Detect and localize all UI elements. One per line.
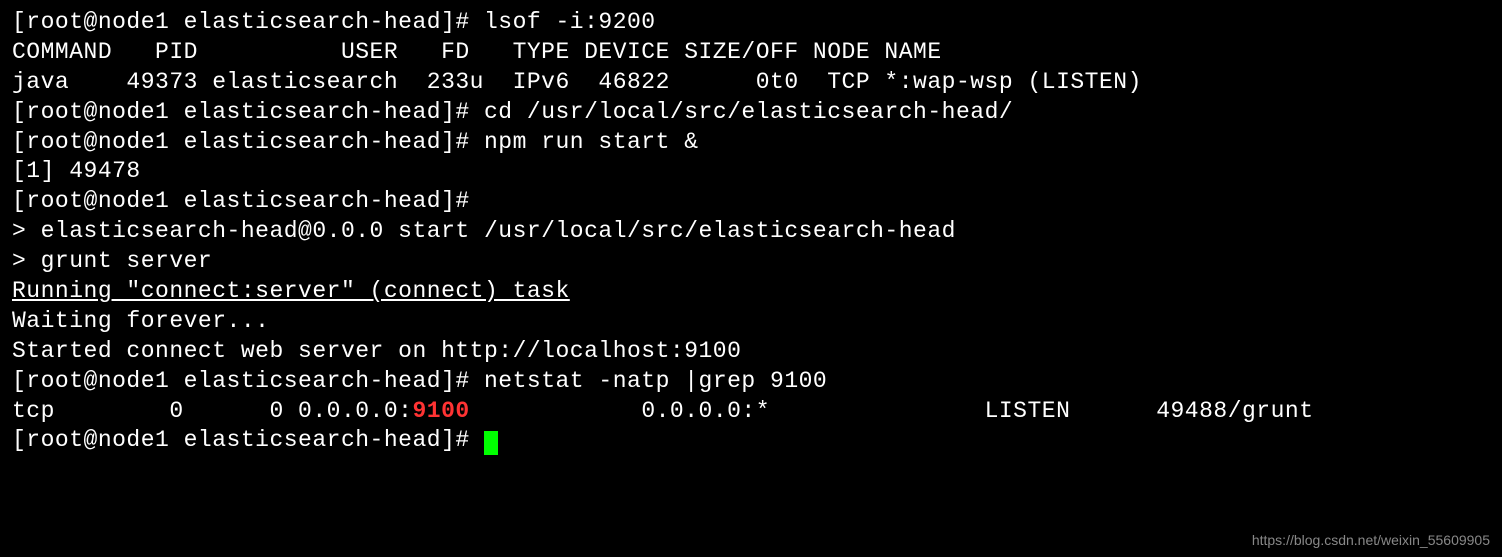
watermark-text: https://blog.csdn.net/weixin_55609905 xyxy=(1252,531,1490,549)
lsof-row: java 49373 elasticsearch 233u IPv6 46822… xyxy=(12,68,1490,98)
grunt-output: Waiting forever... xyxy=(12,307,1490,337)
terminal-line[interactable]: [root@node1 elasticsearch-head]# xyxy=(12,426,1490,456)
shell-prompt: [root@node1 elasticsearch-head]# xyxy=(12,129,484,155)
shell-prompt: [root@node1 elasticsearch-head]# xyxy=(12,427,484,453)
terminal-line: [root@node1 elasticsearch-head]# npm run… xyxy=(12,128,1490,158)
shell-prompt: [root@node1 elasticsearch-head]# xyxy=(12,9,484,35)
shell-command: lsof -i:9200 xyxy=(484,9,656,35)
terminal-line: [root@node1 elasticsearch-head]# lsof -i… xyxy=(12,8,1490,38)
lsof-header: COMMAND PID USER FD TYPE DEVICE SIZE/OFF… xyxy=(12,38,1490,68)
shell-command: cd /usr/local/src/elasticsearch-head/ xyxy=(484,99,1013,125)
terminal-line: [root@node1 elasticsearch-head]# cd /usr… xyxy=(12,98,1490,128)
netstat-row: tcp 0 0 0.0.0.0:9100 0.0.0.0:* LISTEN 49… xyxy=(12,397,1490,427)
terminal-cursor[interactable] xyxy=(484,431,498,455)
npm-output: > elasticsearch-head@0.0.0 start /usr/lo… xyxy=(12,217,1490,247)
npm-output: > grunt server xyxy=(12,247,1490,277)
netstat-pre: tcp 0 0 0.0.0.0: xyxy=(12,398,412,424)
netstat-rest: 0.0.0.0:* LISTEN 49488/grunt xyxy=(470,398,1314,424)
shell-command: netstat -natp |grep 9100 xyxy=(484,368,827,394)
grunt-task-header: Running "connect:server" (connect) task xyxy=(12,277,1490,307)
shell-prompt: [root@node1 elasticsearch-head]# xyxy=(12,99,484,125)
shell-command: npm run start & xyxy=(484,129,699,155)
job-output: [1] 49478 xyxy=(12,157,1490,187)
netstat-port-highlight: 9100 xyxy=(412,398,469,424)
shell-prompt: [root@node1 elasticsearch-head]# xyxy=(12,368,484,394)
grunt-output: Started connect web server on http://loc… xyxy=(12,337,1490,367)
terminal-line: [root@node1 elasticsearch-head]# netstat… xyxy=(12,367,1490,397)
shell-prompt: [root@node1 elasticsearch-head]# xyxy=(12,187,1490,217)
